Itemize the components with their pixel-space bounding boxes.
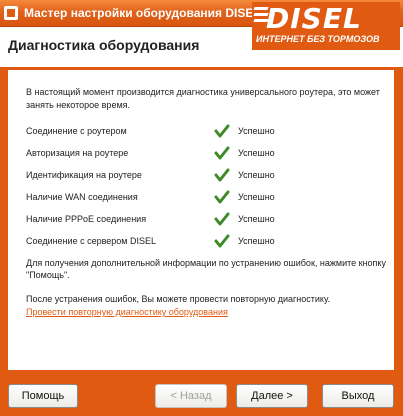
next-button[interactable]: Далее >: [236, 384, 308, 408]
check-label: Авторизация на роутере: [26, 148, 129, 158]
window-title: Мастер настройки оборудования DISEL: [24, 6, 261, 20]
disel-logo: DISEL ИНТЕРНЕТ БЕЗ ТОРМОЗОВ: [252, 2, 400, 50]
exit-button[interactable]: Выход: [322, 384, 394, 408]
check-row: Соединение с сервером DISEL Успешно: [26, 234, 386, 250]
help-text: Для получения дополнительной информации …: [26, 258, 386, 280]
check-row: Авторизация на роутере Успешно: [26, 146, 386, 162]
check-status: Успешно: [238, 148, 275, 158]
app-icon: [4, 6, 18, 20]
check-status: Успешно: [238, 214, 275, 224]
check-status: Успешно: [238, 126, 275, 136]
check-status: Успешно: [238, 170, 275, 180]
button-bar: Помощь < Назад Далее > Выход: [0, 373, 403, 416]
check-label: Соединение с сервером DISEL: [26, 236, 156, 246]
wizard-window: Мастер настройки оборудования DISEL _ □ …: [0, 0, 403, 416]
check-label: Наличие PPPoE соединения: [26, 214, 147, 224]
back-button[interactable]: < Назад: [155, 384, 227, 408]
checkmark-icon: [214, 190, 230, 204]
checkmark-icon: [214, 146, 230, 160]
check-row: Соединение с роутером Успешно: [26, 124, 386, 140]
logo-text: DISEL: [266, 2, 362, 35]
intro-text: В настоящий момент производится диагност…: [26, 87, 380, 110]
page-title: Диагностика оборудования: [8, 37, 200, 53]
checkmark-icon: [214, 234, 230, 248]
check-label: Наличие WAN соединения: [26, 192, 138, 202]
check-status: Успешно: [238, 236, 275, 246]
check-label: Идентификация на роутере: [26, 170, 142, 180]
checkmark-icon: [214, 168, 230, 182]
checkmark-icon: [214, 212, 230, 226]
logo-tagline: ИНТЕРНЕТ БЕЗ ТОРМОЗОВ: [256, 34, 380, 44]
content-panel: В настоящий момент производится диагност…: [8, 70, 394, 370]
check-row: Наличие PPPoE соединения Успешно: [26, 212, 386, 228]
checkmark-icon: [214, 124, 230, 138]
help-button[interactable]: Помощь: [8, 384, 78, 408]
check-status: Успешно: [238, 192, 275, 202]
check-label: Соединение с роутером: [26, 126, 127, 136]
after-text: После устранения ошибок, Вы можете прове…: [26, 294, 331, 304]
check-row: Идентификация на роутере Успешно: [26, 168, 386, 184]
check-row: Наличие WAN соединения Успешно: [26, 190, 386, 206]
rerun-diagnostics-link[interactable]: Провести повторную диагностику оборудова…: [26, 307, 228, 317]
